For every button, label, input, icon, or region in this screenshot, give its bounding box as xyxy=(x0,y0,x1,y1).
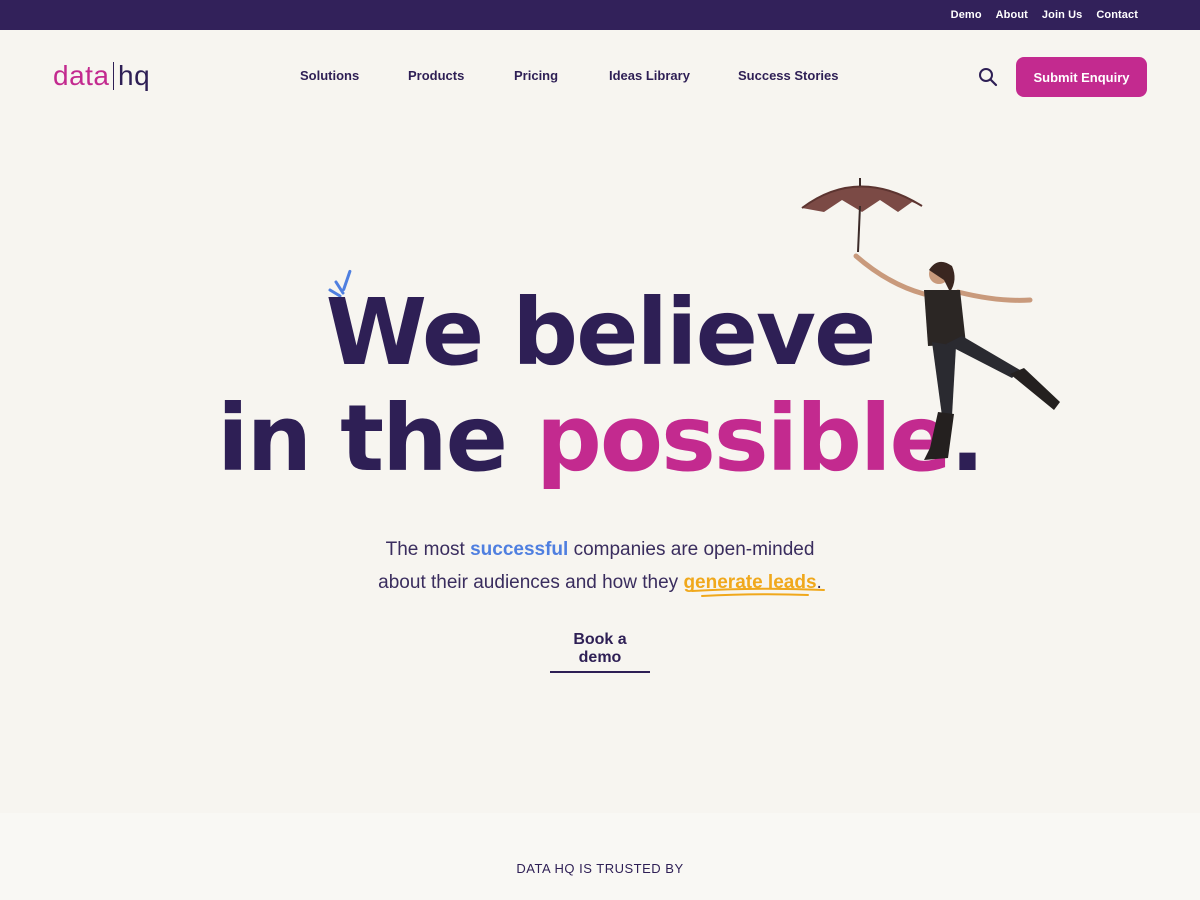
nav-solutions[interactable]: Solutions xyxy=(300,68,359,83)
logo-divider xyxy=(112,62,114,90)
main-header: data hq Solutions Products Pricing Ideas… xyxy=(0,30,1200,122)
trusted-by-heading: DATA HQ IS TRUSTED BY xyxy=(516,861,684,876)
utility-bar: Demo About Join Us Contact xyxy=(0,0,1200,30)
topbar-link-about[interactable]: About xyxy=(996,9,1028,21)
subtext-part3: about their audiences and how they xyxy=(378,572,684,593)
nav-success-stories[interactable]: Success Stories xyxy=(738,68,838,83)
topbar-link-contact[interactable]: Contact xyxy=(1096,9,1138,21)
topbar-link-join-us[interactable]: Join Us xyxy=(1042,9,1082,21)
nav-products[interactable]: Products xyxy=(408,68,464,83)
logo[interactable]: data hq xyxy=(53,59,150,93)
trusted-section xyxy=(0,813,1200,900)
swoosh-underline-icon xyxy=(691,587,825,597)
hero-subtext: The most successful companies are open-m… xyxy=(0,533,1200,599)
subtext-highlight-successful: successful xyxy=(470,539,569,560)
umbrella-person-image xyxy=(801,178,1060,460)
search-icon[interactable] xyxy=(978,67,998,87)
topbar-link-demo[interactable]: Demo xyxy=(951,9,982,21)
hero-headline-prefix: in the xyxy=(217,385,537,492)
subtext-part1: The most xyxy=(385,539,471,560)
logo-text-data: data xyxy=(53,60,110,91)
nav-ideas-library[interactable]: Ideas Library xyxy=(609,68,690,83)
book-demo-link[interactable]: Book a demo xyxy=(550,631,650,673)
submit-enquiry-button[interactable]: Submit Enquiry xyxy=(1016,57,1147,97)
subtext-part2: companies are open-minded xyxy=(568,539,815,560)
nav-pricing[interactable]: Pricing xyxy=(514,68,558,83)
logo-text-hq: hq xyxy=(118,60,151,91)
